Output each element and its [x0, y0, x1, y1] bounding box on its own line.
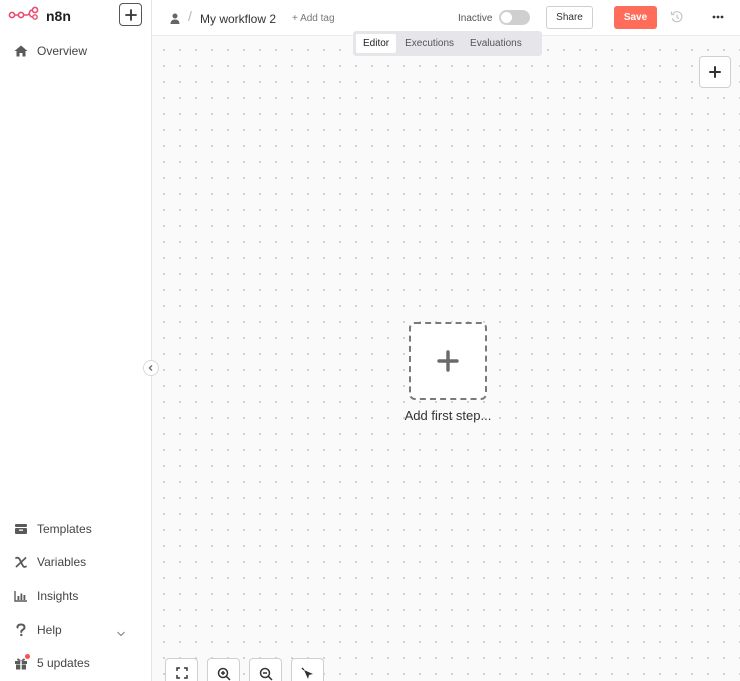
sidebar-item-label: Templates [37, 522, 92, 536]
sidebar-item-label: Insights [37, 589, 79, 603]
workflow-name[interactable]: My workflow 2 [200, 12, 276, 26]
zoom-out-button[interactable] [249, 658, 282, 681]
tab-evaluations[interactable]: Evaluations [463, 34, 529, 53]
n8n-logo-icon [8, 6, 40, 25]
user-icon[interactable] [170, 11, 180, 29]
share-button[interactable]: Share [546, 6, 593, 29]
tab-executions[interactable]: Executions [398, 34, 461, 53]
logo-text: n8n [46, 7, 71, 24]
plus-icon [437, 350, 459, 372]
app-window: n8n Overview Templates Variables Insight… [0, 0, 740, 681]
more-options-icon[interactable] [710, 9, 726, 25]
add-first-step-button[interactable] [409, 322, 487, 400]
zoom-out-icon [259, 667, 273, 681]
zoom-in-button[interactable] [207, 658, 240, 681]
add-tag-link[interactable]: + Add tag [292, 13, 335, 24]
plus-icon [709, 66, 721, 78]
sidebar-item-updates[interactable]: 5 updates [14, 653, 90, 673]
sidebar-item-insights[interactable]: Insights [14, 586, 78, 606]
sidebar-item-label: Overview [37, 44, 88, 58]
sidebar-item-overview[interactable]: Overview [14, 41, 87, 61]
collapse-sidebar-button[interactable] [143, 360, 159, 376]
variables-icon [14, 555, 28, 569]
active-toggle[interactable] [499, 10, 530, 25]
chevron-left-icon [148, 365, 153, 371]
chart-icon [14, 589, 28, 603]
question-icon [14, 623, 28, 637]
chevron-down-icon[interactable] [116, 625, 126, 643]
sidebar-item-templates[interactable]: Templates [14, 519, 92, 539]
open-nodes-panel-button[interactable] [699, 56, 731, 88]
fit-view-button[interactable] [165, 658, 198, 681]
save-button[interactable]: Save [614, 6, 657, 29]
sidebar-item-label: Variables [37, 555, 87, 569]
gift-icon [14, 654, 30, 670]
sidebar-item-help[interactable]: Help [14, 620, 62, 640]
sidebar: n8n Overview Templates Variables Insight… [0, 0, 152, 681]
sidebar-item-variables[interactable]: Variables [14, 552, 86, 572]
home-icon [14, 44, 28, 58]
create-new-button[interactable] [119, 3, 142, 26]
history-icon[interactable] [670, 10, 684, 29]
view-tabs: Editor Executions Evaluations [353, 31, 542, 56]
toggle-knob [501, 12, 512, 23]
sidebar-item-label: Help [37, 623, 62, 637]
tidy-up-button[interactable] [291, 658, 324, 681]
active-status-label: Inactive [458, 13, 493, 24]
logo[interactable]: n8n [8, 6, 71, 25]
templates-icon [14, 522, 28, 536]
magic-wand-icon [301, 667, 313, 679]
fullscreen-icon [175, 667, 188, 679]
breadcrumb-separator: / [188, 8, 192, 24]
add-first-step-label: Add first step... [404, 408, 492, 423]
zoom-in-icon [217, 667, 231, 681]
notification-dot [25, 654, 30, 659]
tab-editor[interactable]: Editor [356, 34, 397, 53]
plus-icon [124, 8, 137, 21]
sidebar-item-label: 5 updates [37, 656, 90, 670]
